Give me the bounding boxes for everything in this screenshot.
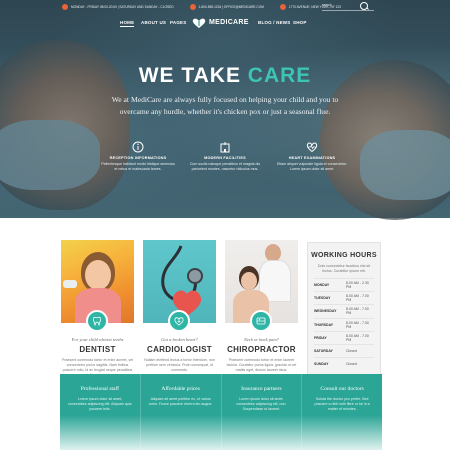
benefit-text: Soluta the doctor you prefer. Sed posuer… — [314, 397, 370, 411]
search-icon[interactable] — [360, 2, 368, 10]
benefit-title: Insurance partners — [241, 386, 282, 392]
hero-title-main: WE TAKE — [138, 64, 248, 87]
feature-facilities: MODERN FACILITIES Cum sociis natoque pen… — [187, 140, 263, 190]
hours-row: FRIDAY 8.00 AM - 7.00 PM — [314, 330, 374, 344]
topbar-hours: MONDAY - FRIDAY 08:00-20:00 | SATURDAY A… — [62, 3, 174, 10]
benefit-text: Lorem ipsum dolor sit amet, consectetur … — [68, 397, 132, 411]
top-info-bar: MONDAY - FRIDAY 08:00-20:00 | SATURDAY A… — [0, 0, 450, 13]
feature-text: Etiam aliquet vulputate ligula et consec… — [276, 162, 348, 171]
hero-photo-mask-left — [0, 120, 100, 190]
hours-row: TUESDAY 8.00 AM - 7.00 PM — [314, 291, 374, 304]
service-title[interactable]: CARDIOLOGIST — [143, 345, 216, 354]
service-title[interactable]: DENTIST — [61, 345, 134, 354]
hours-row: SATURDAY Closed — [314, 343, 374, 357]
benefit-title: Consult our doctors — [320, 386, 364, 392]
building-icon — [187, 140, 263, 154]
page: MONDAY - FRIDAY 08:00-20:00 | SATURDAY A… — [0, 0, 450, 450]
hours-time: 8.00 AM - 2.30 PM — [346, 281, 369, 290]
hours-time: Closed — [346, 362, 357, 367]
hero-title: WE TAKE CARE — [0, 64, 450, 88]
service-subtitle: Neck or back pain? — [243, 337, 280, 342]
hours-time: 8.00 AM - 7.00 PM — [346, 294, 369, 303]
service-card-cardiologist[interactable]: Got a broken heart? CARDIOLOGIST Nullam … — [143, 240, 216, 372]
working-hours-intro: Duis consectetur faucibus nisi sit lectu… — [317, 264, 371, 273]
topbar-contact: 1-800-555-1234 | OFFICE@MEDICARE.COM — [189, 3, 264, 10]
feature-reception: RECEPTION INFORMATIONS Pellentesque habi… — [100, 140, 176, 190]
hours-row: THURSDAY 8.00 AM - 7.00 PM — [314, 317, 374, 331]
logo-heart-icon — [192, 16, 206, 28]
hours-day: SUNDAY — [314, 362, 329, 367]
topbar-hours-text: MONDAY - FRIDAY 08:00-20:00 | SATURDAY A… — [71, 4, 174, 9]
feature-heart: HEART EXAMINATIONS Etiam aliquet vulputa… — [274, 140, 350, 190]
hours-time: 8.00 AM - 7.00 PM — [346, 307, 369, 316]
logo-text: MEDICARE — [209, 18, 249, 26]
clock-icon — [62, 3, 68, 10]
location-icon — [279, 3, 286, 10]
benefit-text: Lorem ipsum dolor sit amet, consectetur … — [236, 397, 287, 411]
nav-item-pages[interactable]: PAGES — [170, 20, 186, 25]
nav-item-blog-news[interactable]: BLOG / NEWS — [258, 20, 290, 25]
nav-item-home[interactable]: HOME — [120, 20, 135, 27]
hours-row: MONDAY 8.00 AM - 2.30 PM — [314, 278, 374, 291]
topbar-contact-text: 1-800-555-1234 | OFFICE@MEDICARE.COM — [198, 4, 264, 9]
heart-plus-icon — [168, 310, 190, 332]
service-subtitle: For your child whitest teeths — [71, 337, 124, 342]
hours-day: WEDNESDAY — [314, 309, 337, 314]
working-hours-title: WORKING HOURS — [311, 252, 377, 259]
chiro-icon — [250, 310, 272, 332]
hours-row: WEDNESDAY 8.00 AM - 7.00 PM — [314, 304, 374, 317]
main-nav: HOME ABOUT US PAGES MEDICARE BLOG / NEWS… — [0, 14, 450, 34]
benefit-text: Aliquam sit amet porttitor ex, ut varius… — [148, 397, 213, 406]
hours-day: MONDAY — [314, 283, 330, 288]
logo[interactable]: MEDICARE — [192, 16, 249, 28]
benefit-title: Affordable prices — [161, 386, 200, 392]
hours-time: 8.00 AM - 7.00 PM — [346, 320, 369, 329]
bottom-fade-overlay — [0, 415, 450, 450]
hero-features: RECEPTION INFORMATIONS Pellentesque habi… — [100, 140, 350, 190]
working-hours-panel: WORKING HOURS Duis consectetur faucibus … — [307, 242, 381, 380]
hours-day: TUESDAY — [314, 296, 331, 301]
hours-time: 8.00 AM - 7.00 PM — [346, 333, 369, 342]
hours-day: FRIDAY — [314, 335, 327, 340]
benefit-title: Professional staff — [80, 386, 119, 392]
service-title[interactable]: CHIROPRACTOR — [225, 345, 298, 354]
hero-description: We at MediCare are always fully focused … — [111, 95, 339, 116]
service-subtitle: Got a broken heart? — [161, 337, 198, 342]
service-card-chiropractor[interactable]: Neck or back pain? CHIROPRACTOR Praesent… — [225, 240, 298, 372]
service-text: Praesent commodo tortor et enim laoreet … — [226, 358, 297, 372]
feature-title: MODERN FACILITIES — [204, 156, 246, 160]
feature-text: Cum sociis natoque penatibus et magnis d… — [189, 162, 261, 171]
service-card-dentist[interactable]: For your child whitest teeths DENTIST Pr… — [61, 240, 134, 377]
hours-day: THURSDAY — [314, 322, 334, 327]
info-icon — [100, 140, 176, 154]
feature-text: Pellentesque habitant morbi tristique se… — [101, 162, 175, 171]
service-text: Nullam eleifend lectus a tortor interdum… — [144, 358, 215, 372]
phone-icon — [189, 3, 196, 10]
heart-icon — [274, 140, 350, 154]
tooth-icon — [86, 310, 108, 332]
hours-day: SATURDAY — [314, 349, 333, 354]
hero-photo-mask-right — [360, 130, 450, 200]
hours-row: SUNDAY Closed — [314, 357, 374, 370]
hours-time: Closed — [346, 349, 357, 354]
nav-item-about-us[interactable]: ABOUT US — [141, 20, 166, 25]
hero-title-accent: CARE — [247, 64, 312, 87]
nav-item-shop[interactable]: SHOP — [293, 20, 307, 25]
feature-title: RECEPTION INFORMATIONS — [109, 156, 167, 160]
feature-title: HEART EXAMINATIONS — [288, 156, 336, 160]
